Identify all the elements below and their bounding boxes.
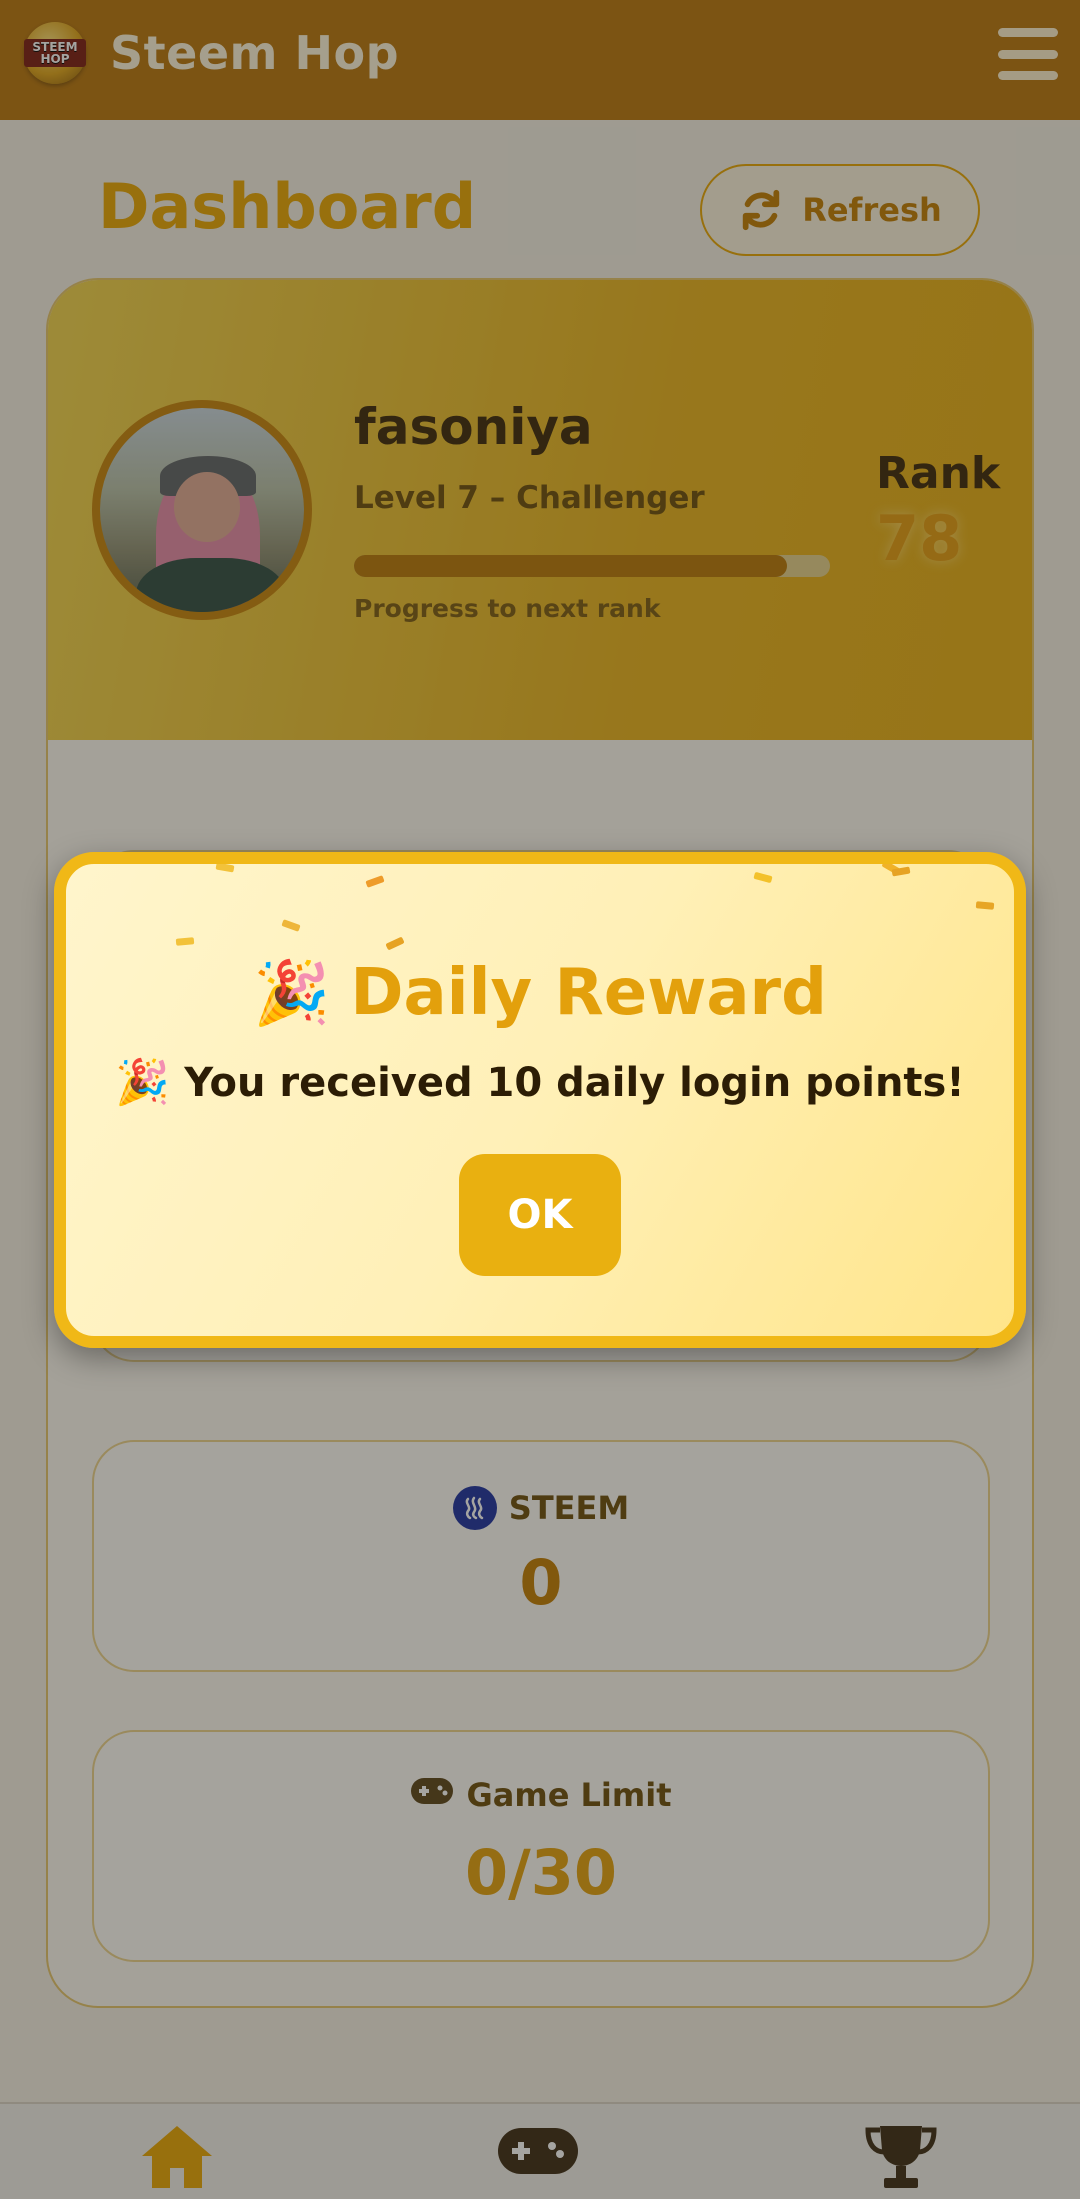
daily-reward-modal: 🎉 Daily Reward 🎉 You received 10 daily l…	[54, 852, 1026, 1348]
modal-message-text: You received 10 daily login points!	[184, 1060, 965, 1106]
modal-message: 🎉 You received 10 daily login points!	[66, 1060, 1014, 1106]
modal-title-text: Daily Reward	[350, 956, 827, 1030]
ok-button[interactable]: OK	[459, 1154, 621, 1276]
party-popper-icon: 🎉	[115, 1057, 171, 1108]
modal-title: 🎉 Daily Reward	[66, 956, 1014, 1030]
party-popper-icon: 🎉	[253, 956, 331, 1029]
